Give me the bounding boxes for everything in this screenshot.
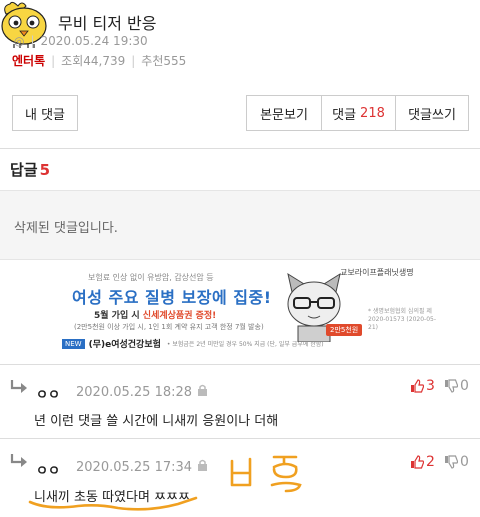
post-header: 무비 티저 반응 ◎ | 2020.05.24 19:30 엔터톡 | 조회44,7…	[0, 0, 480, 78]
ad-promo-highlight: 신세계상품권 증정!	[142, 311, 217, 321]
ad-product-name: (무)e여성건강보험	[88, 340, 161, 350]
divider: |	[30, 34, 35, 48]
author-hint: ◎	[14, 34, 25, 48]
upvote-count: 3	[426, 378, 435, 394]
write-comment-button[interactable]: 댓글쓰기	[395, 95, 469, 131]
thumbs-up-icon	[411, 455, 424, 469]
deleted-comment-text: 삭제된 댓글입니다.	[14, 221, 118, 236]
post-title: 무비 티저 반응	[58, 14, 157, 33]
reply-arrow-icon	[10, 454, 27, 467]
my-comments-label: 내 댓글	[24, 107, 65, 123]
post-stats-row: 엔터톡 | 조회44,739 | 추천555	[12, 52, 186, 69]
ad-legal: * 생명보험협회 심의필 제2020-01573 (2020-05-21)	[368, 308, 437, 331]
ad-banner[interactable]: 보험료 인상 없이 유방암, 갑상선암 등 여성 주요 질병 보장에 집중! 5…	[50, 264, 445, 360]
handwritten-underline-icon	[28, 496, 198, 511]
ad-brand: 교보라이프플래닛생명	[340, 268, 414, 277]
handwritten-scribble-icon	[230, 455, 302, 493]
post-datetime: 2020.05.24 19:30	[40, 34, 148, 48]
ad-promo: 5월 가입 시 신세계상품권 증정!	[94, 308, 216, 321]
replies-count: 5	[39, 161, 51, 179]
comments-count: 218	[360, 105, 385, 121]
view-body-button[interactable]: 본문보기	[246, 95, 322, 131]
category-link[interactable]: 엔터톡	[12, 52, 45, 69]
upvote-button[interactable]: 2	[410, 454, 435, 470]
divider: |	[51, 53, 56, 68]
ad-subline: 보험료 인상 없이 유방암, 갑상선암 등	[88, 273, 214, 282]
comment-date: 2020.05.25 17:34	[76, 460, 193, 475]
deleted-comment: 삭제된 댓글입니다.	[0, 190, 480, 260]
ad-promo-note: (2만5천원 이상 가입 시, 1인 1회 계약 유지 고객 한정 7월 발송)	[74, 323, 264, 331]
upvote-count: 2	[426, 454, 435, 470]
view-body-label: 본문보기	[260, 107, 308, 123]
view-count: 조회44,739	[61, 54, 126, 68]
write-comment-label: 댓글쓰기	[408, 107, 456, 123]
comments-button[interactable]: 댓글 218	[321, 95, 396, 131]
reply-arrow-icon	[10, 380, 27, 393]
new-badge: NEW	[62, 338, 85, 349]
comment-toolbar: 내 댓글 본문보기 댓글 218 댓글쓰기	[0, 95, 480, 135]
thumbs-up-icon	[411, 379, 424, 393]
lock-icon	[198, 459, 207, 471]
comment-text: 년 이런 댓글 쓸 시간에 니새끼 응원이나 더해	[34, 414, 279, 429]
ad-promo-prefix: 5월 가입 시	[94, 311, 140, 321]
downvote-count: 0	[460, 378, 469, 394]
section-divider	[0, 364, 480, 365]
section-divider	[0, 148, 480, 149]
comment-nickname[interactable]: ㅇㅇ	[36, 384, 60, 403]
replies-heading: 답글 5	[10, 159, 50, 180]
ad-headline: 여성 주요 질병 보장에 집중!	[72, 288, 272, 307]
replies-label: 답글	[10, 161, 38, 179]
comment-date: 2020.05.25 18:28	[76, 385, 193, 400]
recommend-count: 추천555	[141, 54, 187, 68]
comment-nickname[interactable]: ㅇㅇ	[36, 460, 60, 479]
lock-icon	[198, 384, 207, 396]
divider: |	[131, 53, 136, 68]
downvote-count: 0	[460, 454, 469, 470]
thumbs-down-icon	[445, 379, 458, 393]
post-date-row: ◎ | 2020.05.24 19:30	[14, 34, 148, 48]
section-divider	[0, 438, 480, 439]
comments-label: 댓글	[332, 107, 357, 123]
thumbs-down-icon	[445, 455, 458, 469]
upvote-button[interactable]: 3	[410, 378, 435, 394]
downvote-button[interactable]: 0	[444, 378, 469, 394]
comment-item: ㅇㅇ 2020.05.25 18:28 3 0 년 이런 댓글 쓸 시간에 니새…	[0, 368, 480, 438]
downvote-button[interactable]: 0	[444, 454, 469, 470]
my-comments-button[interactable]: 내 댓글	[12, 95, 78, 131]
coupon-badge: 2만5천원	[326, 324, 363, 336]
